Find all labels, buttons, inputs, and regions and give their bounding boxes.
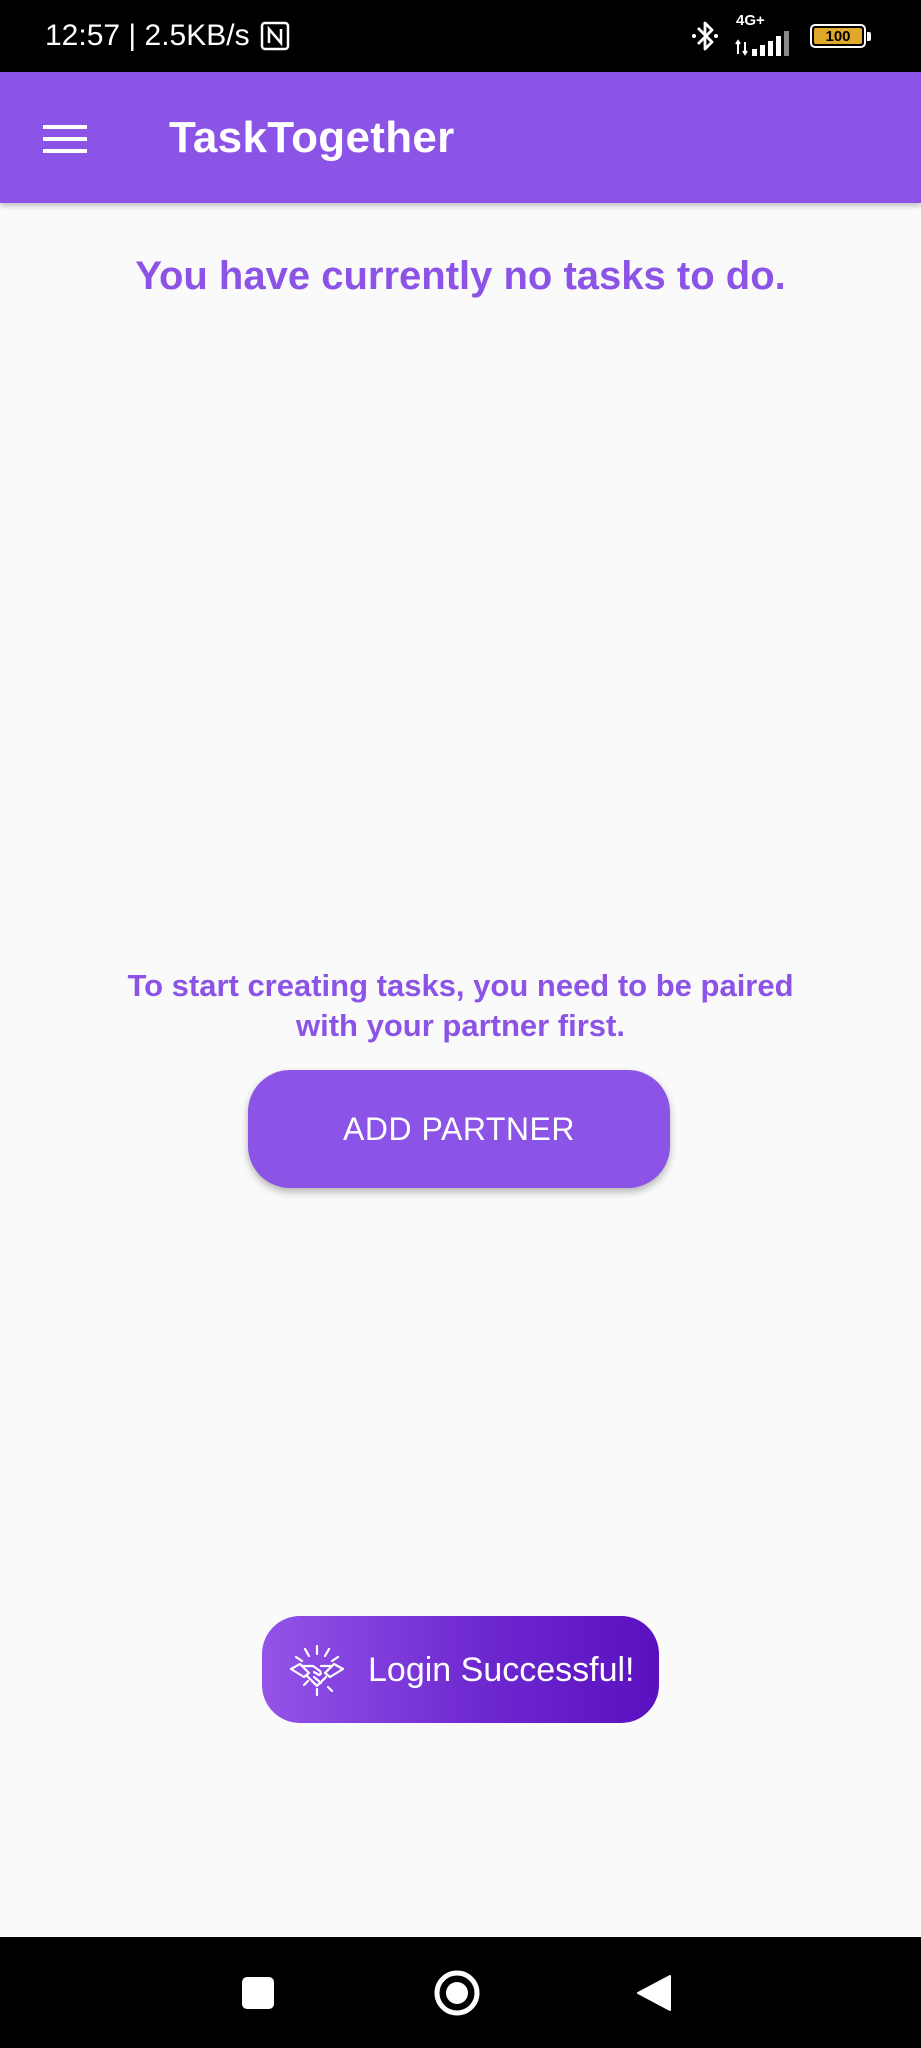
recents-button[interactable] (230, 1965, 286, 2021)
toast-message: Login Successful! (368, 1650, 635, 1689)
menu-icon (43, 125, 87, 153)
login-success-toast: Login Successful! (262, 1616, 659, 1723)
app-title: TaskTogether (169, 113, 455, 162)
signal-indicator: 4G+ (734, 12, 796, 56)
app-bar: TaskTogether (0, 72, 921, 203)
back-icon (637, 1975, 671, 2011)
back-button[interactable] (626, 1965, 682, 2021)
recents-icon (242, 1977, 274, 2009)
status-right: 4G+ 100 (690, 12, 871, 56)
handshake-icon (289, 1644, 345, 1696)
navigation-bar (0, 1937, 921, 2048)
bluetooth-icon (692, 21, 718, 51)
nfc-icon (260, 21, 289, 51)
home-button[interactable] (429, 1965, 485, 2021)
status-left: 12:57 | 2.5KB/s (45, 18, 290, 54)
battery-level: 100 (814, 28, 862, 44)
status-bar: 12:57 | 2.5KB/s 4G+ 100 (0, 0, 921, 72)
menu-button[interactable] (30, 104, 100, 174)
signal-icon (735, 31, 789, 56)
status-time-speed: 12:57 | 2.5KB/s (45, 19, 250, 52)
battery-icon: 100 (810, 24, 871, 48)
battery-cap (867, 32, 871, 41)
home-icon (434, 1970, 480, 2016)
empty-tasks-message: You have currently no tasks to do. (135, 254, 786, 298)
pairing-hint-text: To start creating tasks, you need to be … (127, 968, 794, 1043)
add-partner-button[interactable]: ADD PARTNER (248, 1070, 670, 1188)
network-type-label: 4G+ (736, 12, 765, 29)
